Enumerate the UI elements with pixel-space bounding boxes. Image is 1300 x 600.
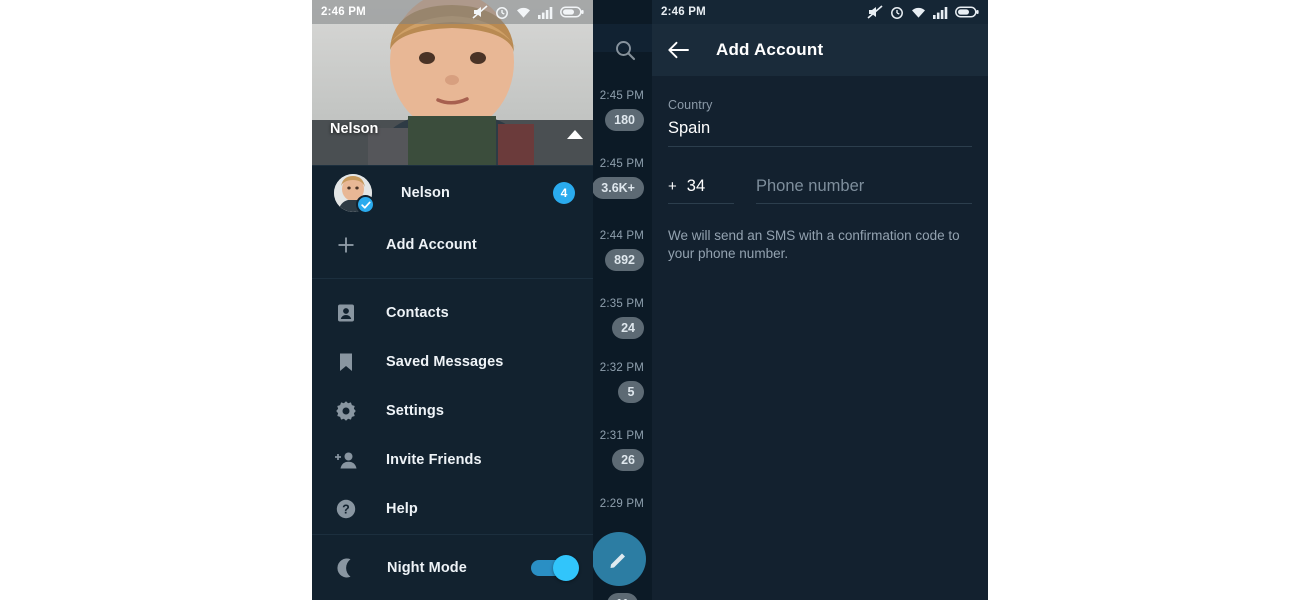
drawer-account-row[interactable]: Nelson 4 [312,166,593,220]
alarm-icon [496,7,508,19]
left-status-bar: 2:46 PM [312,0,593,24]
night-mode-toggle[interactable] [531,554,579,581]
country-code-value: 34 [686,177,706,195]
drawer-divider [312,278,593,279]
verified-check-icon [356,195,375,214]
plus-icon [334,233,358,257]
unread-badge: 26 [612,449,644,471]
add-account-form: Country Spain + 34 Phone number We will [652,76,988,263]
country-value: Spain [668,119,711,137]
back-arrow-icon[interactable] [666,37,692,63]
status-time: 2:46 PM [321,6,366,18]
person-add-icon [334,448,358,472]
right-phone-screen: 2:46 PM Add Account Country Spain + 34 P… [652,0,988,600]
navigation-drawer: 2:46 PM Nelson Nelson 4 Add Account Cont… [312,0,593,600]
compose-fab-button[interactable] [592,532,646,586]
sms-helper-text: We will send an SMS with a confirmation … [668,228,960,261]
unread-badge: 11 [606,593,638,600]
drawer-item-add-account[interactable]: Add Account [312,220,593,269]
signal-icon [933,6,948,19]
bookmark-icon [334,350,358,374]
drawer-item-label: Help [386,500,418,517]
status-time: 2:46 PM [661,6,706,18]
drawer-item-label: Saved Messages [386,353,504,370]
add-account-label: Add Account [386,236,477,253]
drawer-item-label: Contacts [386,304,449,321]
gear-icon [334,399,358,423]
collapse-caret-icon[interactable] [567,130,583,139]
phone-number-placeholder: Phone number [756,177,865,195]
moon-icon [334,556,358,580]
unread-badge: 24 [612,317,644,339]
account-unread-badge: 4 [553,182,575,204]
signal-icon [538,6,553,19]
phone-number-row: + 34 Phone number [668,177,972,204]
toggle-knob[interactable] [553,554,579,581]
alarm-icon [891,7,903,19]
country-code-plus: + [668,178,677,195]
drawer-item-contacts[interactable]: Contacts [312,288,593,337]
drawer-profile-name: Nelson [330,121,379,137]
wifi-icon [912,7,925,18]
mute-icon [867,5,883,19]
country-code-field[interactable]: + 34 [668,177,734,204]
screenshot-root: 2:45 PM 180 2:45 PM 3.6K+ 2:44 PM 892 2:… [0,0,1300,600]
account-name-label: Nelson [401,185,450,201]
wifi-icon [517,7,530,18]
unread-badge: 3.6K+ [592,177,644,199]
drawer-item-help[interactable]: ? Help [312,484,593,533]
field-underline [756,203,972,204]
phone-number-field[interactable]: Phone number [756,177,972,204]
country-field[interactable]: Country Spain [668,76,972,147]
unread-badge: 5 [618,381,644,403]
drawer-item-label: Settings [386,402,444,419]
avatar[interactable] [334,174,375,214]
battery-icon [955,6,979,18]
drawer-item-invite-friends[interactable]: Invite Friends [312,435,593,484]
contacts-icon [334,301,358,325]
country-label: Country [668,98,713,112]
help-circle-icon: ? [334,497,358,521]
drawer-item-night-mode[interactable]: Night Mode [312,534,593,600]
left-phone-screen: 2:45 PM 180 2:45 PM 3.6K+ 2:44 PM 892 2:… [312,0,652,600]
night-mode-label: Night Mode [387,559,467,576]
drawer-item-saved-messages[interactable]: Saved Messages [312,337,593,386]
page-title: Add Account [716,40,824,59]
battery-icon [560,6,584,18]
unread-badge: 892 [605,249,644,271]
drawer-item-label: Invite Friends [386,451,482,468]
pencil-icon [610,553,625,568]
svg-text:?: ? [342,502,350,516]
field-underline [668,146,972,147]
search-icon[interactable] [613,38,637,62]
drawer-header-photo[interactable]: 2:46 PM Nelson [312,0,593,165]
unread-badge: 180 [605,109,644,131]
drawer-item-settings[interactable]: Settings [312,386,593,435]
profile-photo [312,0,593,165]
right-status-bar: 2:46 PM [652,0,988,24]
mute-icon [472,5,488,19]
field-underline [668,203,734,204]
app-bar: Add Account [652,24,988,76]
